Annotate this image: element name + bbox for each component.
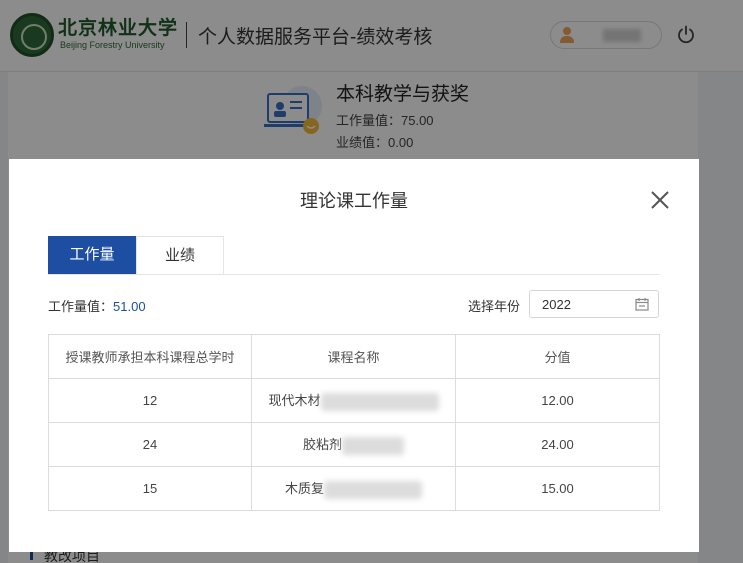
- course-name-text: 现代木材: [268, 393, 321, 409]
- tab-workload[interactable]: 工作量: [48, 236, 136, 274]
- close-icon[interactable]: [649, 189, 671, 211]
- cell-score: 24.00: [455, 422, 660, 467]
- calendar-icon: [635, 298, 649, 311]
- course-name-text: 木质复: [284, 481, 324, 497]
- modal-tabs: 工作量 业绩: [48, 236, 659, 275]
- cell-hours: 12: [48, 378, 252, 423]
- course-name-redacted: [342, 436, 404, 455]
- year-select-value: 2022: [542, 297, 571, 312]
- cell-hours: 15: [48, 466, 252, 511]
- cell-score: 12.00: [455, 378, 660, 423]
- workload-modal: 理论课工作量 工作量 业绩 工作量值：51.00 选择年份 2022 授课教师承…: [9, 159, 699, 552]
- cell-course-name: 现代木材: [251, 378, 456, 423]
- course-name-redacted: [320, 392, 439, 411]
- year-select[interactable]: 2022: [529, 290, 659, 318]
- course-name-redacted: [324, 480, 422, 499]
- table-row: 12 现代木材 12.00: [48, 378, 660, 423]
- table-header-row: 授课教师承担本科课程总学时 课程名称 分值: [48, 334, 660, 379]
- column-header-hours: 授课教师承担本科课程总学时: [48, 334, 252, 379]
- cell-course-name: 木质复: [251, 466, 456, 511]
- cell-course-name: 胶粘剂: [251, 422, 456, 467]
- table-row: 15 木质复 15.00: [48, 466, 660, 511]
- tab-performance[interactable]: 业绩: [136, 236, 224, 274]
- workload-summary-value: 51.00: [113, 299, 146, 314]
- cell-hours: 24: [48, 422, 252, 467]
- column-header-score: 分值: [455, 334, 660, 379]
- table-row: 24 胶粘剂 24.00: [48, 422, 660, 467]
- year-select-label: 选择年份: [468, 299, 521, 314]
- course-name-text: 胶粘剂: [302, 437, 342, 453]
- workload-summary: 工作量值：51.00: [48, 296, 146, 315]
- column-header-course-name: 课程名称: [251, 334, 456, 379]
- course-table: 授课教师承担本科课程总学时 课程名称 分值 12 现代木材 12.00 24 胶…: [48, 334, 660, 511]
- workload-summary-label: 工作量值：: [48, 299, 114, 314]
- cell-score: 15.00: [455, 466, 660, 511]
- modal-title: 理论课工作量: [300, 191, 408, 211]
